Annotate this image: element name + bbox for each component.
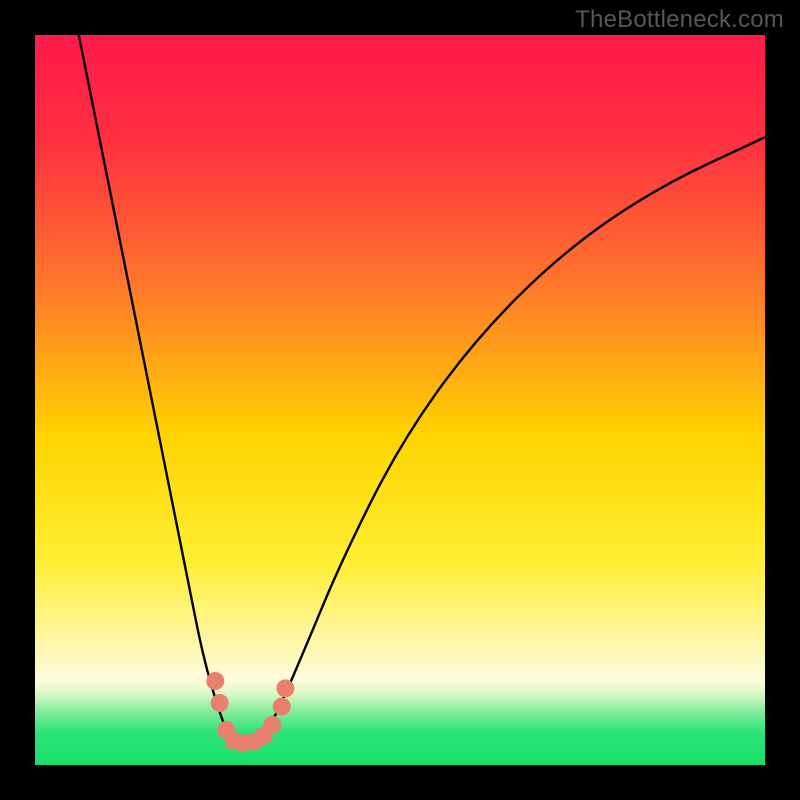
chart-frame: TheBottleneck.com — [0, 0, 800, 800]
bottleneck-curve — [79, 35, 765, 742]
plot-area — [35, 35, 765, 765]
marker-point — [263, 716, 281, 734]
curve-layer — [35, 35, 765, 765]
watermark-text: TheBottleneck.com — [575, 6, 784, 34]
marker-point — [276, 679, 294, 697]
marker-point — [211, 694, 229, 712]
marker-point — [206, 672, 224, 690]
marker-point — [273, 698, 291, 716]
